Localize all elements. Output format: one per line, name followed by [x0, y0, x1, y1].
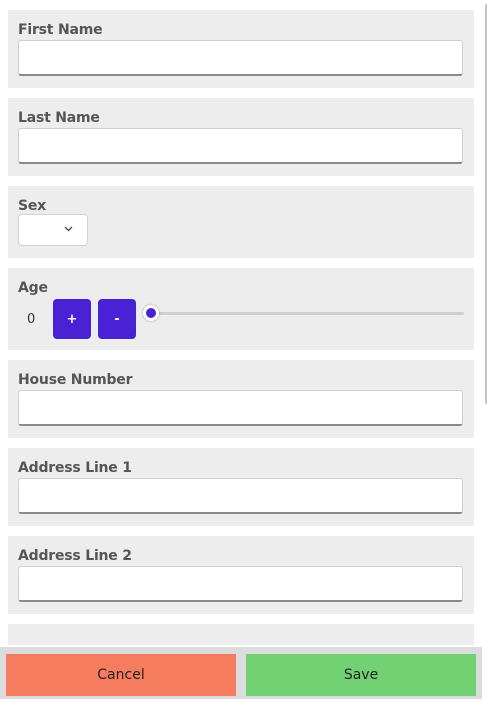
house-number-input[interactable]: [18, 390, 463, 426]
last-name-panel: Last Name: [8, 98, 474, 176]
address-line-2-label: Address Line 2: [18, 548, 132, 564]
scrollbar-thumb[interactable]: [485, 4, 487, 404]
first-name-panel: First Name: [8, 10, 474, 88]
last-name-label: Last Name: [18, 110, 100, 126]
form-area: First Name Last Name Sex Age 0 + - House…: [0, 0, 482, 645]
age-label: Age: [18, 280, 48, 296]
sex-panel: Sex: [8, 186, 474, 258]
first-name-label: First Name: [18, 22, 103, 38]
age-value: 0: [27, 312, 36, 327]
house-number-label: House Number: [18, 372, 133, 388]
age-slider-track[interactable]: [151, 312, 464, 315]
sex-label: Sex: [18, 198, 47, 214]
age-slider-thumb[interactable]: [143, 305, 159, 321]
age-panel: Age 0 + -: [8, 268, 474, 350]
address-line-2-panel: Address Line 2: [8, 536, 474, 614]
first-name-input[interactable]: [18, 40, 463, 76]
footer: Cancel Save: [0, 645, 482, 707]
chevron-down-icon: [64, 226, 73, 232]
house-number-panel: House Number: [8, 360, 474, 438]
address-line-1-input[interactable]: [18, 478, 463, 514]
next-field-panel: [8, 624, 474, 645]
address-line-2-input[interactable]: [18, 566, 463, 602]
age-increment-button[interactable]: +: [53, 299, 91, 339]
cancel-button[interactable]: Cancel: [6, 654, 236, 696]
address-line-1-label: Address Line 1: [18, 460, 132, 476]
footer-bar: Cancel Save: [0, 647, 482, 699]
save-button[interactable]: Save: [246, 654, 476, 696]
last-name-input[interactable]: [18, 128, 463, 164]
sex-select[interactable]: [18, 214, 88, 246]
age-decrement-button[interactable]: -: [98, 299, 136, 339]
address-line-1-panel: Address Line 1: [8, 448, 474, 526]
